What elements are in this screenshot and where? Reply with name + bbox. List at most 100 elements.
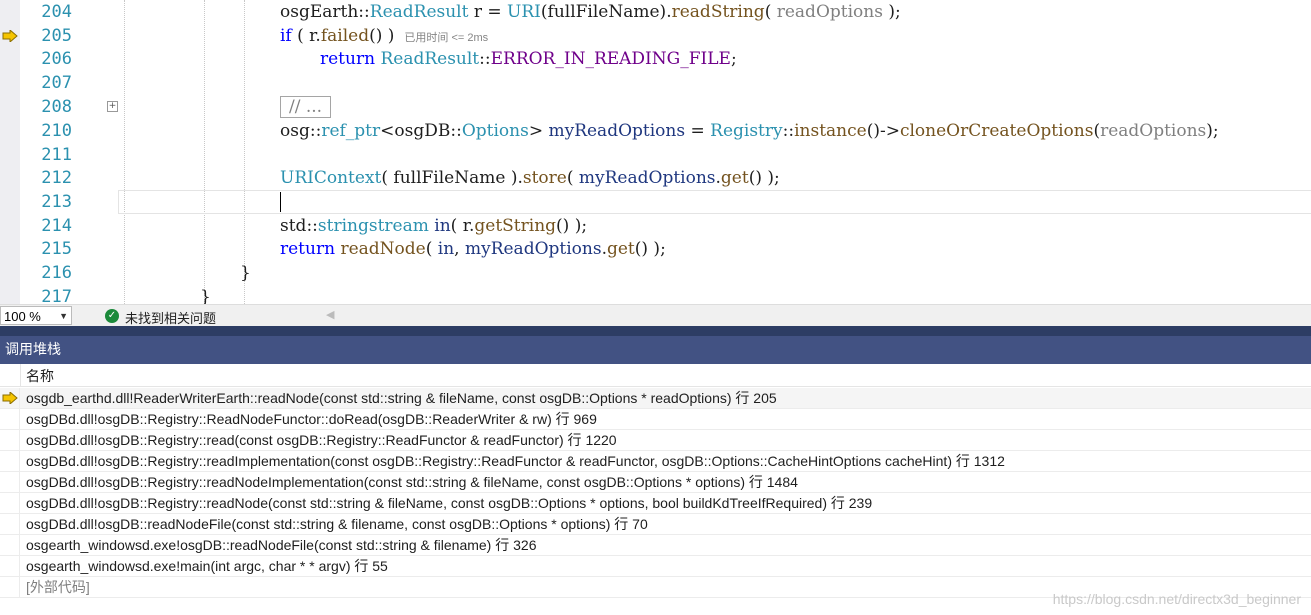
panel-title[interactable]: 调用堆栈	[0, 336, 1311, 364]
code-token: readOptions	[776, 2, 883, 22]
line-number: 206	[41, 49, 72, 69]
column-header-name[interactable]: 名称	[26, 366, 54, 386]
row-indicator-cell	[0, 577, 20, 598]
code-token: readString	[671, 2, 765, 22]
code-token: ERROR_IN_READING_FILE	[490, 49, 731, 69]
callstack-panel-header: 调用堆栈	[0, 326, 1311, 364]
row-indicator-cell	[0, 514, 20, 535]
code-token: URIContext	[280, 168, 382, 188]
code-token: instance	[794, 121, 867, 141]
callstack-row[interactable]: osgDBd.dll!osgDB::Registry::ReadNodeFunc…	[0, 409, 1311, 430]
code-line[interactable]: 213	[0, 190, 1311, 214]
callstack-frame-name: osgdb_earthd.dll!ReaderWriterEarth::read…	[26, 390, 777, 406]
code-token: myReadOptions	[464, 239, 602, 259]
code-line[interactable]: 217}	[0, 285, 1311, 304]
code-token: failed	[320, 26, 370, 46]
line-number: 214	[41, 216, 72, 236]
code-token: >	[528, 121, 549, 141]
code-token: ref_ptr	[321, 121, 381, 141]
code-token: (	[764, 2, 777, 22]
code-token: ( r.	[450, 216, 475, 236]
indicator-column-header	[0, 364, 21, 386]
callstack-row[interactable]: osgDBd.dll!osgDB::Registry::read(const o…	[0, 430, 1311, 451]
callstack-row[interactable]: osgDBd.dll!osgDB::Registry::readNode(con…	[0, 493, 1311, 514]
code-text: osg::ref_ptr<osgDB::Options> myReadOptio…	[280, 119, 1219, 143]
code-text: return readNode( in, myReadOptions.get()…	[280, 237, 666, 261]
zoom-value: 100 %	[4, 309, 41, 324]
callstack-row[interactable]: osgDBd.dll!osgDB::readNodeFile(const std…	[0, 514, 1311, 535]
callstack-grid[interactable]: 名称 osgdb_earthd.dll!ReaderWriterEarth::r…	[0, 364, 1311, 615]
callstack-row[interactable]: osgdb_earthd.dll!ReaderWriterEarth::read…	[0, 388, 1311, 409]
code-token: get	[606, 239, 635, 259]
code-token: in	[434, 216, 451, 236]
perf-tip[interactable]: 已用时间 <= 2ms	[404, 32, 488, 44]
grid-header: 名称	[0, 364, 1311, 387]
code-token: ::	[306, 216, 318, 236]
code-line[interactable]: 208 // ...	[0, 95, 1311, 119]
code-text: }	[240, 261, 251, 285]
callstack-frame-name: osgDBd.dll!osgDB::Registry::readNodeImpl…	[26, 474, 798, 490]
row-indicator-cell	[0, 409, 20, 430]
code-token: =	[685, 121, 711, 141]
line-number: 204	[41, 2, 72, 22]
code-token: () )	[369, 26, 395, 46]
row-indicator-cell	[0, 430, 20, 451]
line-number: 217	[41, 287, 72, 304]
code-editor[interactable]: + 204 osgEarth::ReadResult r = URI(fullFi…	[0, 0, 1311, 304]
code-token: (	[566, 168, 579, 188]
code-token: osg	[280, 121, 310, 141]
line-number: 213	[41, 192, 72, 212]
current-frame-arrow-icon	[2, 392, 18, 404]
zoom-select[interactable]: 100 % ▼	[0, 306, 72, 325]
code-token: ::	[358, 2, 370, 22]
code-token: readNode	[340, 239, 426, 259]
code-token: osgEarth	[280, 2, 359, 22]
callstack-frame-name: osgDBd.dll!osgDB::Registry::ReadNodeFunc…	[26, 411, 597, 427]
code-text: std::stringstream in( r.getString() );	[280, 214, 587, 238]
code-token: <osgDB::	[380, 121, 462, 141]
text-caret	[280, 192, 281, 212]
code-line[interactable]: 212 URIContext( fullFileName ).store( myR…	[0, 166, 1311, 190]
code-line[interactable]: 206 return ReadResult::ERROR_IN_READING_F…	[0, 47, 1311, 71]
callstack-frame-name: osgDBd.dll!osgDB::Registry::readImplemen…	[26, 453, 1005, 469]
code-token: );	[1206, 121, 1219, 141]
code-token: ,	[454, 239, 465, 259]
callstack-row[interactable]: osgDBd.dll!osgDB::Registry::readImplemen…	[0, 451, 1311, 472]
code-line[interactable]: 215 return readNode( in, myReadOptions.ge…	[0, 237, 1311, 261]
code-token: myReadOptions	[548, 121, 686, 141]
callstack-frame-name: osgearth_windowsd.exe!osgDB::readNodeFil…	[26, 537, 537, 553]
line-number: 211	[41, 145, 72, 165]
callstack-frame-name: osgDBd.dll!osgDB::Registry::readNode(con…	[26, 495, 873, 511]
callstack-frame-name: osgearth_windowsd.exe!main(int argc, cha…	[26, 558, 388, 574]
code-line[interactable]: 211	[0, 143, 1311, 167]
code-text: // ...	[280, 95, 332, 119]
line-number: 205	[41, 26, 72, 46]
code-token: ( r.	[291, 26, 321, 46]
code-line[interactable]: 205 if ( r.failed() ) 已用时间 <= 2ms	[0, 24, 1311, 48]
line-number: 212	[41, 168, 72, 188]
collapsed-region[interactable]: // ...	[280, 96, 332, 118]
code-line[interactable]: 207	[0, 71, 1311, 95]
callstack-row[interactable]: osgDBd.dll!osgDB::Registry::readNodeImpl…	[0, 472, 1311, 493]
row-indicator-cell	[0, 493, 20, 514]
code-token: () );	[634, 239, 666, 259]
line-number: 216	[41, 263, 72, 283]
code-token: Registry	[710, 121, 783, 141]
code-text: }	[200, 285, 211, 304]
code-token: cloneOrCreateOptions	[899, 121, 1094, 141]
code-line[interactable]: 210 osg::ref_ptr<osgDB::Options> myReadOp…	[0, 119, 1311, 143]
callstack-row[interactable]: osgearth_windowsd.exe!osgDB::readNodeFil…	[0, 535, 1311, 556]
issues-status[interactable]: 未找到相关问题	[125, 308, 216, 327]
row-indicator-cell	[0, 535, 20, 556]
code-line[interactable]: 214 std::stringstream in( r.getString() )…	[0, 214, 1311, 238]
row-indicator-cell	[0, 472, 20, 493]
code-token: ;	[730, 49, 737, 69]
editor-status-bar: 100 % ▼ ✓ 未找到相关问题 ◀	[0, 304, 1311, 327]
code-line[interactable]: 216}	[0, 261, 1311, 285]
code-token: (	[425, 239, 438, 259]
code-token: ( fullFileName ).	[381, 168, 523, 188]
code-token: Options	[461, 121, 529, 141]
scroll-left-icon[interactable]: ◀	[326, 308, 334, 321]
code-line[interactable]: 204 osgEarth::ReadResult r = URI(fullFile…	[0, 0, 1311, 24]
callstack-row[interactable]: osgearth_windowsd.exe!main(int argc, cha…	[0, 556, 1311, 577]
